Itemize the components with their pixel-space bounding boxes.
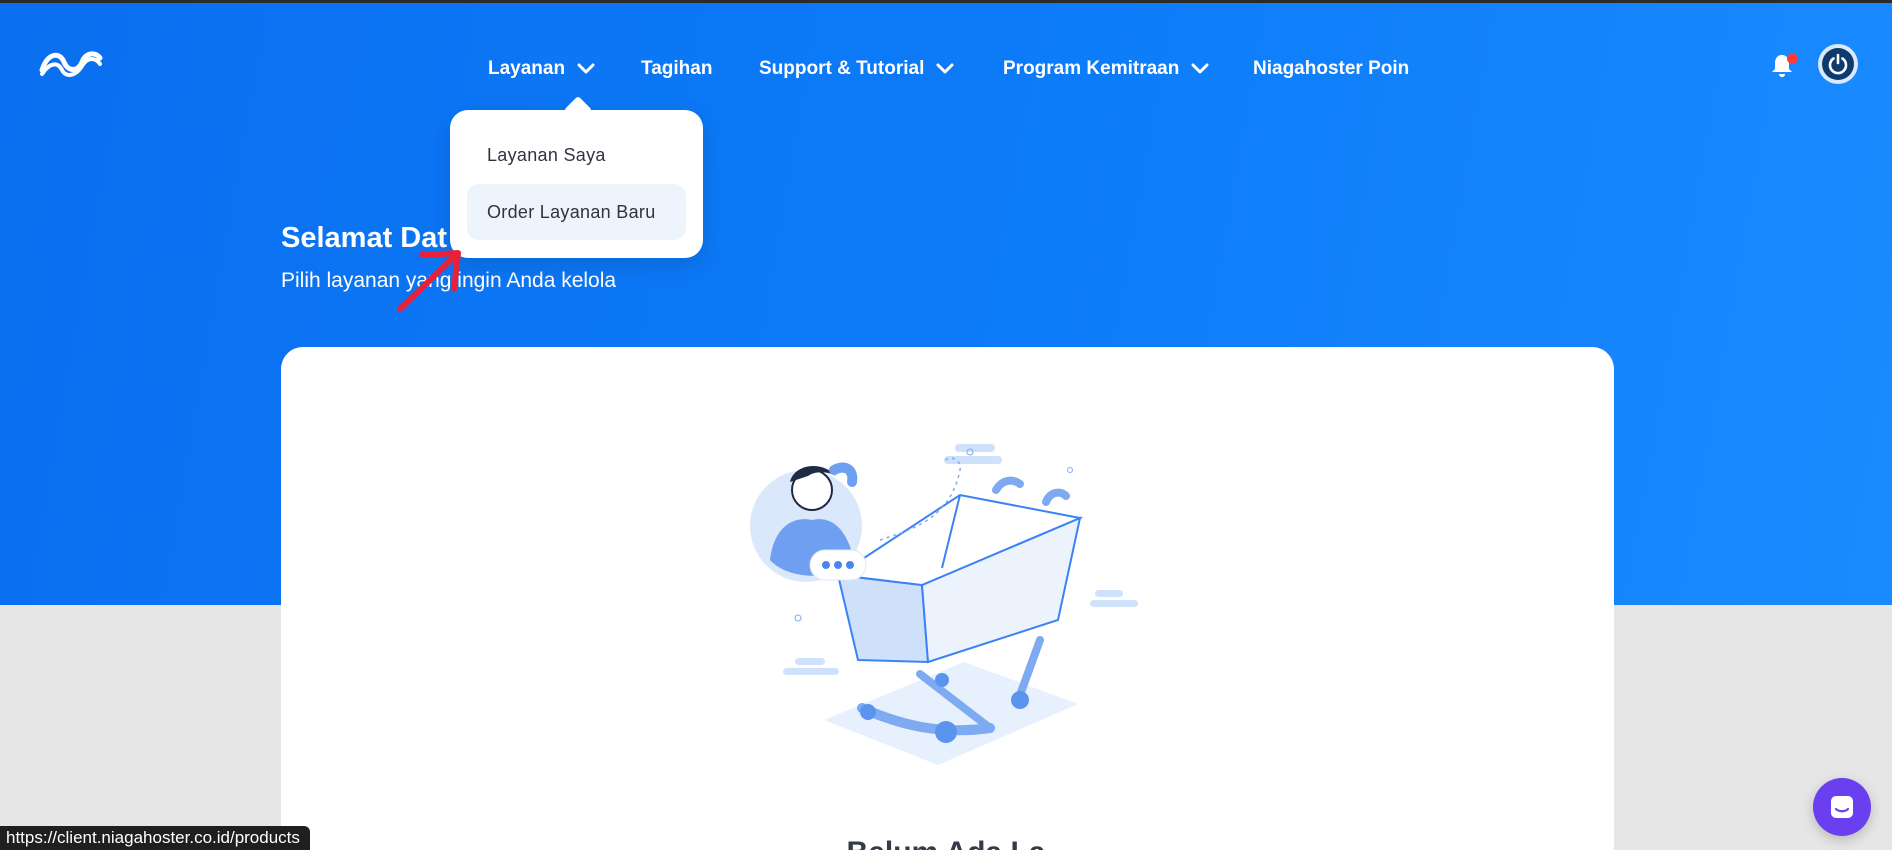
nav-item-label: Tagihan (641, 58, 713, 79)
browser-top-edge (0, 0, 1892, 3)
chevron-down-icon (1191, 63, 1209, 74)
dropdown-item-layanan-saya[interactable]: Layanan Saya (467, 127, 686, 183)
browser-status-url: https://client.niagahoster.co.id/product… (0, 826, 310, 850)
dropdown-item-order-layanan-baru[interactable]: Order Layanan Baru (467, 184, 686, 240)
nav-item-support-tutorial[interactable]: Support & Tutorial (759, 58, 954, 80)
notification-dot (1787, 53, 1798, 64)
empty-cart-illustration (750, 444, 1138, 765)
chevron-down-icon (577, 63, 595, 74)
chat-launcher-button[interactable] (1813, 778, 1871, 836)
power-button[interactable] (1818, 44, 1858, 84)
chat-icon (1831, 796, 1853, 818)
nav-item-layanan[interactable]: Layanan (488, 58, 595, 80)
nav-item-label: Layanan (488, 58, 566, 79)
nav-item-label: Niagahoster Poin (1253, 58, 1410, 79)
nav-item-label: Support & Tutorial (759, 58, 925, 79)
layanan-dropdown-menu: Layanan Saya Order Layanan Baru (450, 110, 703, 258)
nav-item-tagihan[interactable]: Tagihan (641, 58, 712, 80)
chevron-down-icon (936, 63, 954, 74)
nav-item-label: Program Kemitraan (1003, 58, 1180, 79)
power-icon (1822, 48, 1854, 80)
nav-item-niagahoster-poin[interactable]: Niagahoster Poin (1253, 58, 1409, 80)
main-navigation: Layanan Tagihan Support & Tutorial Progr… (0, 58, 1892, 84)
annotation-arrow (397, 250, 461, 312)
nav-item-program-kemitraan[interactable]: Program Kemitraan (1003, 58, 1209, 80)
